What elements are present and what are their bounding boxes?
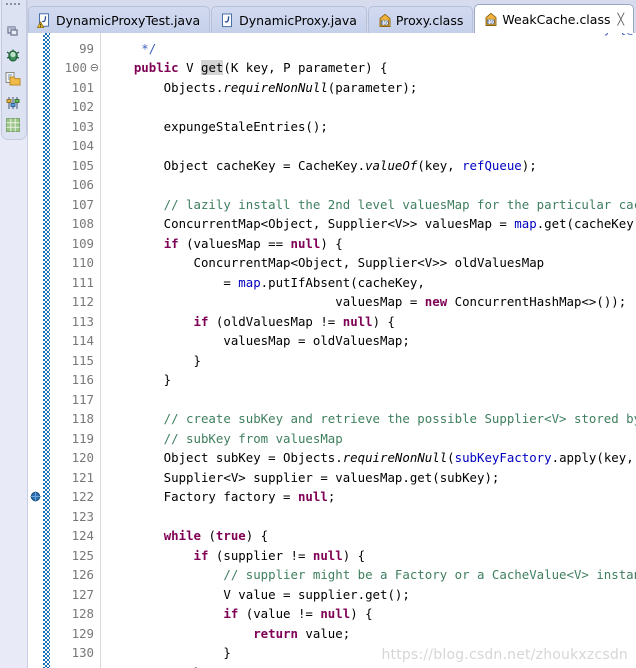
class-file-icon: 010 (377, 13, 391, 28)
java-file-icon (220, 13, 234, 28)
line-number: 117 (71, 391, 94, 407)
line-number: 123 (71, 508, 94, 524)
code-line[interactable]: Object subKey = Objects.requireNonNull(s… (104, 448, 636, 468)
code-line[interactable]: // subKey from valuesMap (104, 429, 343, 449)
code-line[interactable]: if (oldValuesMap != null) { (104, 312, 395, 332)
line-number: 124 (71, 528, 94, 543)
line-number: 128 (71, 606, 94, 621)
code-line[interactable]: while (true) { (104, 526, 268, 546)
svg-text:010: 010 (381, 20, 389, 26)
code-line[interactable]: // create subKey and retrieve the possib… (104, 409, 636, 429)
line-number: 113 (71, 313, 94, 329)
line-number: 104 (71, 138, 94, 153)
code-line[interactable]: } (104, 351, 201, 371)
code-line[interactable]: */ (104, 39, 156, 59)
line-number: 109 (71, 235, 94, 251)
code-line[interactable]: ConcurrentMap<Object, Supplier<V>> value… (104, 214, 636, 234)
line-number: 106 (71, 177, 94, 192)
tab-label: Proxy.class (395, 12, 464, 28)
editor-tab-bar: DynamicProxyTest.java DynamicProxy.java (28, 0, 636, 33)
line-number: 127 (71, 586, 94, 602)
restore-view-icon[interactable] (4, 22, 22, 40)
code-line[interactable]: valuesMap = new ConcurrentHashMap<>()); (104, 292, 626, 312)
svg-text:010: 010 (487, 19, 495, 25)
line-number: 131 (72, 663, 94, 668)
line-number: 107 (71, 196, 94, 212)
code-line[interactable]: // lazily install the 2nd level valuesMa… (104, 195, 636, 215)
tab-label: DynamicProxyTest.java (56, 12, 201, 28)
code-editor[interactable]: 9899100⊖10110210310410510610710810911011… (28, 33, 636, 668)
line-number: 122 (71, 489, 94, 504)
tab-proxy-class[interactable]: 010 Proxy.class (367, 6, 474, 33)
debug-perspective-icon[interactable] (4, 46, 22, 64)
code-line[interactable]: = map.putIfAbsent(cacheKey, (104, 273, 424, 293)
tab-weakcache-class[interactable]: 010 WeakCache.class ╳ (474, 4, 635, 33)
tab-label: WeakCache.class (502, 11, 611, 27)
line-number: 114 (71, 333, 94, 348)
java-file-warning-icon (36, 12, 51, 28)
code-line[interactable]: if (value != null) { (104, 604, 372, 624)
code-line[interactable]: if (supplier != null) { (104, 546, 366, 566)
code-line[interactable]: Object cacheKey = CacheKey.valueOf(key, … (104, 156, 537, 176)
line-number: 110 (71, 255, 94, 270)
editor-marker-column[interactable] (28, 33, 44, 668)
variables-view-icon[interactable] (4, 94, 22, 112)
line-number: 99 (79, 40, 94, 56)
breakpoint-icon[interactable] (30, 491, 41, 502)
line-number: 100 (64, 60, 87, 75)
line-number: 121 (71, 469, 94, 485)
tab-dynamicproxytest-java[interactable]: DynamicProxyTest.java (28, 6, 211, 33)
line-number: 119 (71, 430, 94, 446)
code-line[interactable]: valuesMap = oldValuesMap; (104, 331, 410, 351)
line-number: 130 (71, 645, 94, 660)
line-number: 116 (71, 372, 94, 387)
code-line[interactable]: // supplier might be a Factory or a Cach… (104, 565, 636, 585)
tab-label: DynamicProxy.java (239, 12, 357, 28)
code-line[interactable]: expungeStaleEntries(); (104, 117, 328, 137)
code-line[interactable]: } (104, 643, 230, 663)
line-number: 103 (71, 118, 94, 134)
code-line[interactable]: Objects.requireNonNull(parameter); (104, 78, 418, 98)
view-menu-dots-icon[interactable] (6, 3, 20, 7)
activity-bar (0, 0, 28, 668)
code-line[interactable]: } (104, 370, 171, 390)
eclipse-editor-window: DynamicProxyTest.java DynamicProxy.java (0, 0, 636, 668)
code-line[interactable]: Supplier<V> supplier = valuesMap.get(sub… (104, 468, 500, 488)
code-line[interactable]: public V get(K key, P parameter) { (104, 58, 388, 78)
line-number: 125 (71, 547, 94, 563)
editor-line-number-gutter: 9899100⊖10110210310410510610710810911011… (50, 33, 101, 668)
line-number: 118 (71, 411, 94, 426)
editor-change-bar (43, 33, 50, 668)
code-line[interactable]: ConcurrentMap<Object, Supplier<V>> oldVa… (104, 253, 545, 273)
tab-list: DynamicProxyTest.java DynamicProxy.java (28, 0, 636, 33)
line-number: 129 (71, 625, 94, 641)
line-number: 120 (71, 450, 94, 465)
close-icon[interactable]: ╳ (617, 14, 624, 25)
line-number: 111 (71, 274, 94, 290)
code-line[interactable]: } (104, 663, 201, 668)
line-number: 115 (71, 352, 94, 368)
code-line[interactable]: return value; (104, 624, 350, 644)
line-number: 108 (71, 216, 94, 231)
code-line[interactable]: * calculated by {@code valueFactory} is … (104, 33, 636, 39)
class-file-icon: 010 (483, 12, 497, 27)
editor-code-area[interactable]: * calculated by {@code valueFactory} is … (101, 33, 636, 668)
code-line[interactable]: Factory factory = null; (104, 487, 336, 507)
line-number: 101 (71, 79, 94, 95)
code-line[interactable]: V value = supplier.get(); (104, 585, 410, 605)
code-fold-toggle-icon[interactable]: ⊖ (90, 58, 99, 78)
line-number: 102 (71, 99, 94, 114)
package-explorer-icon[interactable] (4, 70, 22, 88)
tab-dynamicproxy-java[interactable]: DynamicProxy.java (211, 6, 367, 33)
outline-view-icon[interactable] (4, 116, 22, 134)
line-number: 112 (71, 294, 94, 309)
line-number: 105 (71, 157, 94, 173)
code-line[interactable]: if (valuesMap == null) { (104, 234, 343, 254)
line-number: 126 (71, 567, 94, 582)
